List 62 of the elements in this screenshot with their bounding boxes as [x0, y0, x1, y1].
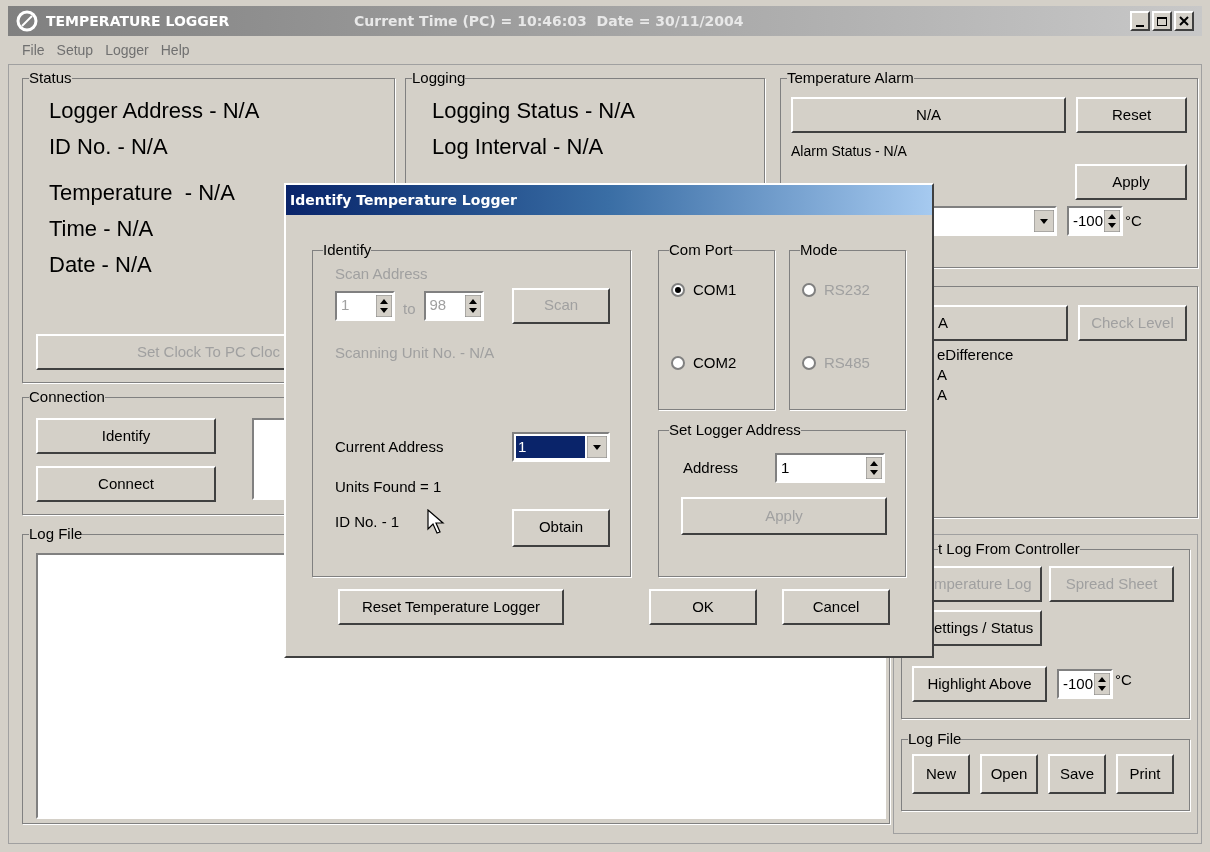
button[interactable]: Print [1116, 754, 1174, 794]
dropdown-field[interactable] [931, 206, 1057, 236]
group-title: Log File [908, 730, 962, 748]
button[interactable]: Reset Temperature Logger [338, 589, 564, 625]
spin-field[interactable]: -100 [1057, 669, 1113, 699]
id-number: ID No. - 1 [335, 512, 400, 533]
address-dropdown[interactable]: 1 [512, 432, 610, 462]
button[interactable]: ettings / Status [932, 610, 1042, 646]
dropdown-caret-icon[interactable] [587, 436, 607, 458]
spin-field[interactable]: -100 [1067, 206, 1123, 236]
spin-arrows-icon[interactable] [1104, 210, 1120, 232]
dialog-title: Identify Temperature Logger [290, 190, 517, 210]
status-line: Date - N/A [49, 251, 152, 279]
button[interactable]: Identify [36, 418, 216, 454]
group-title: Log File [29, 525, 83, 543]
alarm-indicator[interactable]: N/A [791, 97, 1067, 133]
logging-line: Log Interval - N/A [432, 133, 605, 161]
group-title: Identify [323, 241, 372, 259]
spin-arrows-icon[interactable] [1094, 673, 1110, 695]
spin-arrows-icon[interactable] [376, 294, 392, 317]
logging-line: Logging Status - N/A [432, 97, 636, 125]
group-title: Temperature Alarm [787, 69, 914, 87]
button[interactable]: Save [1048, 754, 1106, 794]
alarm-status: Alarm Status - N/A [791, 142, 908, 161]
group-title: t Log From Controller [938, 540, 1080, 558]
spin-arrows-icon[interactable] [866, 457, 882, 479]
window-title: TEMPERATURE LOGGER [46, 11, 231, 31]
level-line: A [937, 365, 948, 385]
maximize-button[interactable] [1152, 11, 1172, 31]
status-line: Temperature - N/A [49, 179, 235, 207]
button[interactable]: Connect [36, 466, 216, 502]
level-line: A [937, 385, 948, 405]
minimize-button[interactable] [1130, 11, 1150, 31]
units-found: Units Found = 1 [335, 477, 443, 497]
button[interactable]: Obtain [512, 508, 610, 547]
button[interactable]: Highlight Above [912, 666, 1047, 702]
logo-icon [16, 10, 38, 32]
unit-label: °C [1125, 210, 1142, 231]
dropdown-caret-icon[interactable] [1034, 210, 1054, 232]
unit-label: °C [1115, 669, 1132, 690]
group-title: Logging [412, 69, 466, 87]
close-button[interactable] [1174, 11, 1194, 31]
button[interactable]: Reset [1076, 97, 1187, 133]
button[interactable]: Cancel [782, 589, 890, 625]
level-line: eDifference [937, 345, 1015, 365]
close-icon[interactable] [1179, 16, 1189, 26]
spin-field[interactable]: 1 [775, 453, 885, 483]
radio-option[interactable]: COM2 [671, 351, 774, 374]
spin-arrows-icon[interactable] [464, 294, 481, 317]
button[interactable]: Open [980, 754, 1038, 794]
status-line: Logger Address - N/A [49, 97, 260, 125]
current-address-label: Current Address [335, 436, 444, 457]
button[interactable]: Apply [1075, 164, 1187, 200]
status-line: Time - N/A [49, 215, 154, 243]
status-line: ID No. - N/A [49, 133, 168, 161]
clock-text: Current Time (PC) = 10:46:03 Date = 30/11/2004 [354, 11, 744, 31]
button[interactable]: New [912, 754, 970, 794]
group-title: Set Logger Address [669, 421, 801, 439]
button[interactable]: OK [649, 589, 757, 625]
mouse-cursor-icon [427, 509, 445, 535]
radio-option[interactable]: COM1 [671, 279, 774, 302]
address-label: Address [682, 457, 739, 478]
